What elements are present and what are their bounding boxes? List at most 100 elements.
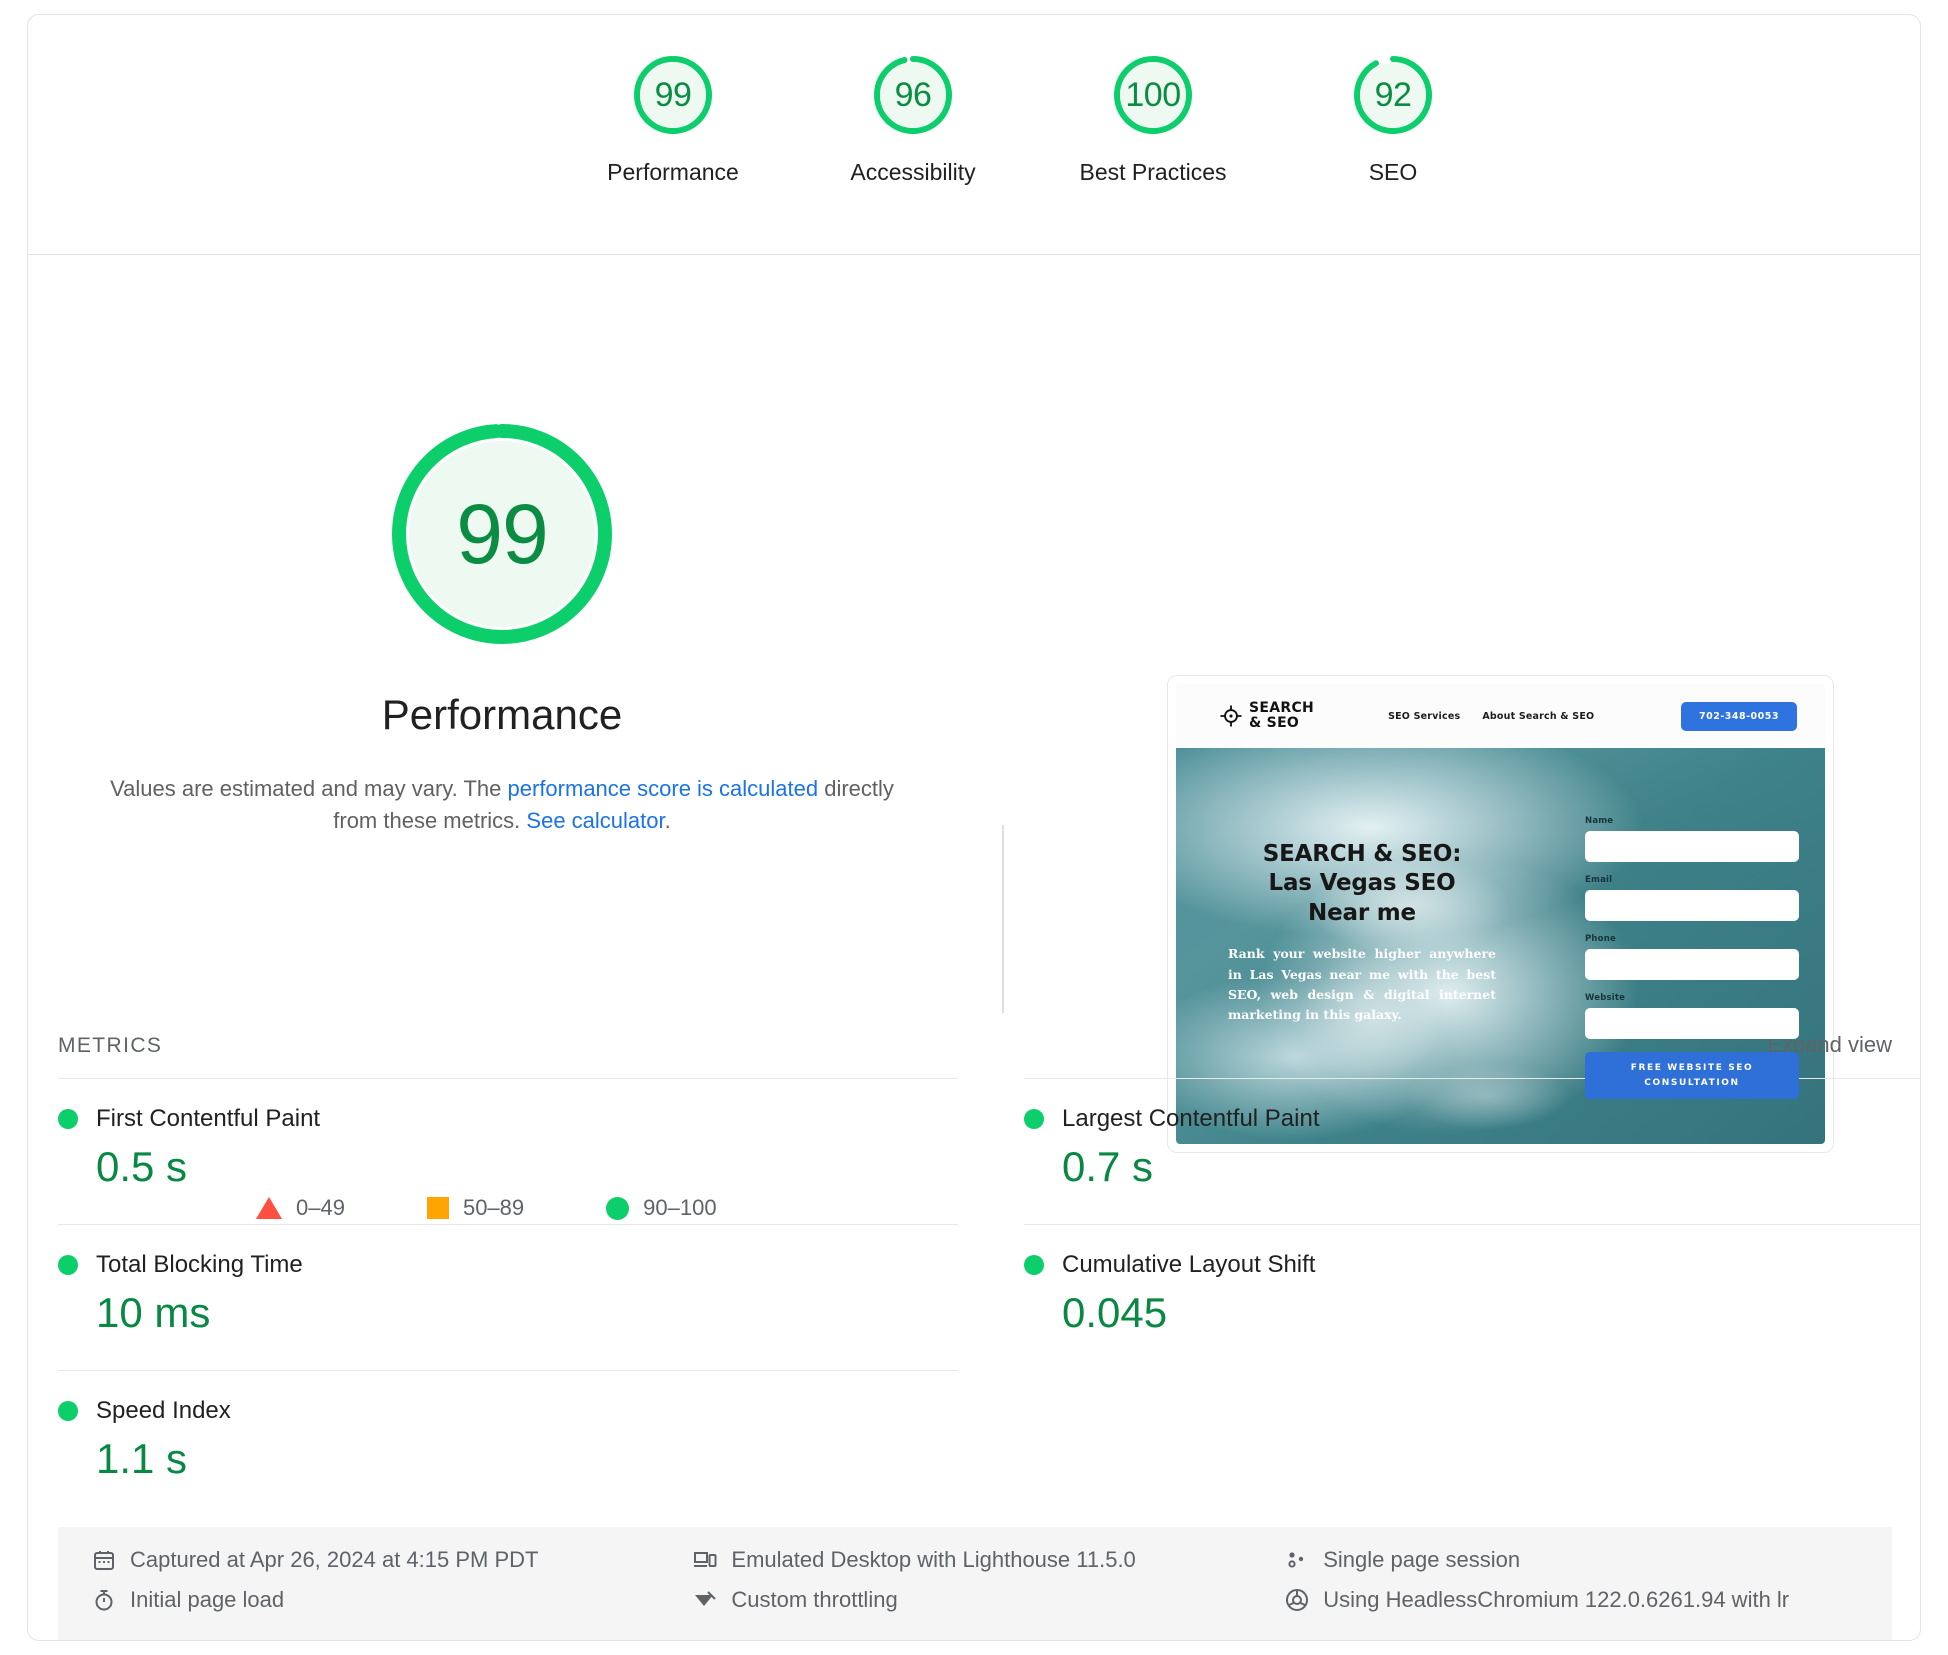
metric-value: 0.7 s — [1062, 1143, 1154, 1190]
metric-name: First Contentful Paint — [96, 1105, 321, 1132]
metric-header: Largest Contentful Paint — [1024, 1105, 1920, 1133]
performance-description: Values are estimated and may vary. The p… — [102, 773, 902, 837]
page-title: Performance — [381, 691, 623, 738]
stopwatch-icon — [95, 1590, 113, 1611]
metric-row[interactable]: Speed Index 1.1 s — [58, 1370, 958, 1516]
metric-row[interactable]: Total Blocking Time 10 ms — [58, 1224, 958, 1370]
gauge-score-best-practices: 100 — [1125, 75, 1181, 114]
performance-hero-section: 99 Performance Values are estimated and … — [28, 255, 1920, 1220]
site-screenshot: SEARCH & SEO SEO Services About Search &… — [1176, 684, 1825, 1144]
gauge-score-accessibility: 96 — [894, 75, 932, 114]
lighthouse-report-card: 99 Performance 96 Accessibility 100 Best… — [27, 14, 1921, 1641]
vertical-divider — [1002, 825, 1004, 1013]
footer-page-load: Initial page load — [92, 1587, 693, 1613]
metric-value: 1.1 s — [96, 1435, 188, 1482]
site-headline-line2: Las Vegas SEO — [1268, 870, 1456, 897]
site-form-input-website[interactable] — [1585, 1008, 1799, 1039]
metric-header: First Contentful Paint — [58, 1105, 958, 1133]
footer-throttling: Custom throttling — [693, 1587, 1285, 1613]
site-form-label-website: Website — [1585, 993, 1626, 1003]
site-headline-line1: SEARCH & SEO: — [1262, 841, 1462, 867]
footer-page-load-label: Initial page load — [130, 1587, 285, 1612]
footer-chromium-label: Using HeadlessChromium 122.0.6261.94 wit… — [1323, 1587, 1790, 1612]
footer-session-label: Single page session — [1323, 1547, 1521, 1572]
site-form-submit-button[interactable]: FREE WEBSITE SEO CONSULTATION — [1585, 1052, 1799, 1099]
status-circle-icon — [1024, 1109, 1044, 1129]
metric-row-empty — [1024, 1370, 1920, 1516]
report-footer: Captured at Apr 26, 2024 at 4:15 PM PDT … — [58, 1527, 1892, 1640]
gauge-score-seo: 92 — [1374, 75, 1412, 114]
performance-score-value: 99 — [456, 486, 548, 581]
category-gauge-performance[interactable]: 99 Performance — [553, 53, 793, 186]
metric-value: 10 ms — [96, 1289, 211, 1336]
metric-header: Total Blocking Time — [58, 1251, 958, 1279]
description-text-part1: Values are estimated and may vary. The — [110, 776, 508, 801]
site-form-label-phone: Phone — [1585, 934, 1616, 944]
footer-column-session: Single page session Using HeadlessChromi… — [1285, 1547, 1858, 1621]
footer-column-environment: Emulated Desktop with Lighthouse 11.5.0 … — [693, 1547, 1285, 1621]
metric-row[interactable]: Cumulative Layout Shift 0.045 — [1024, 1224, 1920, 1370]
site-headline: SEARCH & SEO: Las Vegas SEO Near me — [1228, 840, 1496, 928]
devices-icon — [694, 1552, 717, 1567]
metric-value: 0.5 s — [96, 1143, 188, 1190]
metric-name: Speed Index — [96, 1397, 231, 1424]
performance-score-calculated-link[interactable]: performance score is calculated — [508, 776, 819, 801]
site-cta-line1: FREE WEBSITE SEO — [1630, 1063, 1754, 1074]
category-gauges-row: 99 Performance 96 Accessibility 100 Best… — [553, 53, 1513, 186]
category-gauge-best-practices[interactable]: 100 Best Practices — [1033, 53, 1273, 186]
site-form-input-email[interactable] — [1585, 890, 1799, 921]
footer-emulation-label: Emulated Desktop with Lighthouse 11.5.0 — [731, 1547, 1136, 1572]
site-navbar: SEARCH & SEO SEO Services About Search &… — [1176, 684, 1825, 748]
footer-captured-at: Captured at Apr 26, 2024 at 4:15 PM PDT — [92, 1547, 693, 1573]
site-nav-link-about[interactable]: About Search & SEO — [1482, 711, 1594, 722]
site-phone-button[interactable]: 702-348-0053 — [1681, 701, 1797, 731]
metrics-section-title: METRICS — [58, 1034, 163, 1057]
gauge-ring-accessibility: 96 — [871, 53, 955, 137]
performance-gauge-large: 99 — [383, 415, 621, 653]
metric-row[interactable]: First Contentful Paint 0.5 s — [58, 1078, 958, 1224]
site-form-label-email: Email — [1585, 875, 1613, 885]
metric-row[interactable]: Largest Contentful Paint 0.7 s — [1024, 1078, 1920, 1224]
gauge-ring-best-practices: 100 — [1111, 53, 1195, 137]
status-circle-icon — [58, 1255, 78, 1275]
target-icon — [1220, 705, 1242, 727]
category-gauge-seo[interactable]: 92 SEO — [1273, 53, 1513, 186]
description-text-part3: . — [664, 807, 671, 833]
status-circle-icon — [1024, 1255, 1044, 1275]
metrics-column-right: Largest Contentful Paint 0.7 s Cumulativ… — [990, 1078, 1920, 1516]
metric-name: Cumulative Layout Shift — [1062, 1251, 1316, 1278]
calendar-icon — [94, 1551, 114, 1570]
metric-name: Total Blocking Time — [96, 1251, 303, 1278]
site-form-input-phone[interactable] — [1585, 949, 1799, 980]
metric-header: Speed Index — [58, 1397, 958, 1425]
status-circle-icon — [58, 1109, 78, 1129]
site-nav-links: SEO Services About Search & SEO — [1388, 711, 1594, 722]
site-form-input-name[interactable] — [1585, 831, 1799, 862]
metric-name: Largest Contentful Paint — [1062, 1105, 1320, 1132]
gauge-label-seo: SEO — [1368, 159, 1418, 185]
site-lead-form: Name Email Phone Website FREE WEBSITE SE… — [1585, 816, 1799, 1099]
footer-session: Single page session — [1285, 1547, 1858, 1573]
network-throttle-icon — [695, 1591, 717, 1606]
site-nav-link-seo-services[interactable]: SEO Services — [1388, 711, 1460, 722]
site-logo-line2: & SEO — [1249, 715, 1300, 731]
see-calculator-link[interactable]: See calculator — [526, 808, 664, 833]
gauge-ring-performance: 99 — [631, 53, 715, 137]
gauge-label-accessibility: Accessibility — [850, 159, 976, 185]
site-form-label-name: Name — [1585, 816, 1614, 826]
metrics-grid: First Contentful Paint 0.5 s Total Block… — [58, 1078, 1920, 1516]
metric-header: Cumulative Layout Shift — [1024, 1251, 1920, 1279]
metric-value: 0.045 — [1062, 1289, 1168, 1336]
footer-chromium: Using HeadlessChromium 122.0.6261.94 wit… — [1285, 1587, 1858, 1613]
category-gauge-accessibility[interactable]: 96 Accessibility — [793, 53, 1033, 186]
site-hero-copy: SEARCH & SEO: Las Vegas SEO Near me Rank… — [1228, 840, 1496, 1025]
status-circle-icon — [58, 1401, 78, 1421]
performance-summary: 99 Performance Values are estimated and … — [28, 255, 976, 837]
site-headline-line3: Near me — [1308, 899, 1416, 926]
gauge-score-performance: 99 — [654, 75, 692, 114]
gauge-label-best-practices: Best Practices — [1079, 159, 1227, 185]
category-scores-strip: 99 Performance 96 Accessibility 100 Best… — [28, 15, 1920, 255]
metrics-column-left: First Contentful Paint 0.5 s Total Block… — [58, 1078, 990, 1516]
footer-column-capture: Captured at Apr 26, 2024 at 4:15 PM PDT … — [92, 1547, 693, 1621]
chrome-icon — [1286, 1589, 1309, 1611]
